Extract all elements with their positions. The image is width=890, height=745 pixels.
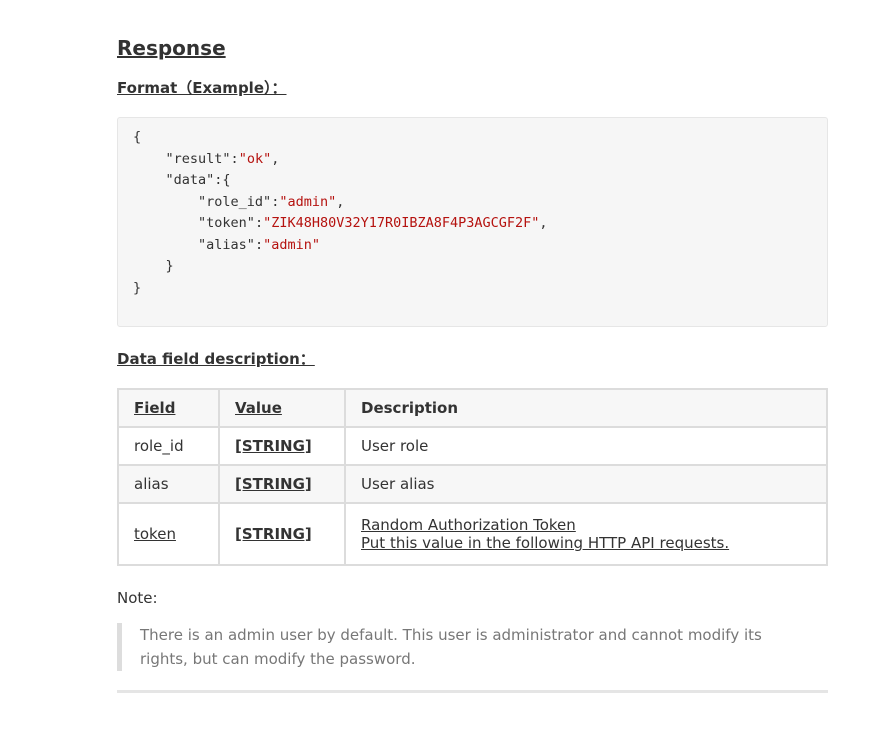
code-token-value: "ZIK48H80V32Y17R0IBZA8F4P3AGCGF2F" — [263, 215, 540, 231]
code-result-key: "result" — [165, 150, 231, 167]
note-label: Note: — [117, 589, 158, 607]
api-doc-section: Response Format（Example）： { "result":"ok… — [117, 34, 828, 693]
note-blockquote: There is an admin user by default. This … — [117, 623, 800, 671]
code-role-id-value: "admin" — [279, 193, 337, 210]
code-line: { — [133, 127, 812, 149]
data-field-description-heading: Data field description： — [117, 350, 315, 368]
code-open-brace: { — [133, 129, 142, 145]
header-field: Field — [117, 388, 220, 428]
code-role-id-key: "role_id" — [198, 193, 272, 210]
token-description-line-2: Put this value in the following HTTP API… — [361, 534, 730, 552]
header-value: Value — [218, 388, 346, 428]
code-close-brace: } — [133, 279, 142, 296]
code-line: "token":"ZIK48H80V32Y17R0IBZA8F4P3AGCGF2… — [198, 215, 548, 231]
table-row: token [STRING] Random Authorization Toke… — [117, 502, 828, 566]
code-token-key: "token" — [198, 215, 255, 231]
code-data-key: "data" — [165, 172, 215, 188]
code-block: { "result":"ok", "data":{ "role_id":"adm… — [117, 117, 828, 327]
code-line: "result":"ok", — [165, 150, 280, 167]
table-header-row: Field Value Description — [117, 388, 828, 428]
code-result-value: "ok" — [238, 150, 272, 167]
code-line: } — [133, 278, 812, 300]
code-inner-close: } — [165, 258, 174, 274]
table-row: role_id [STRING] User role — [117, 426, 828, 466]
header-description: Description — [344, 388, 828, 428]
cell-description: User alias — [344, 464, 828, 504]
cell-description: Random Authorization Token Put this valu… — [344, 502, 828, 566]
response-heading: Response — [117, 36, 226, 60]
code-line: "alias":"admin" — [198, 236, 320, 253]
horizontal-rule — [117, 690, 828, 693]
code-line: "data":{ — [165, 172, 231, 188]
cell-field: token — [117, 502, 220, 566]
code-line: } — [133, 256, 812, 278]
cell-field: alias — [117, 464, 220, 504]
table-row: alias [STRING] User alias — [117, 464, 828, 504]
cell-value: [STRING] — [218, 426, 346, 466]
cell-field: role_id — [117, 426, 220, 466]
cell-value: [STRING] — [218, 464, 346, 504]
cell-description: User role — [344, 426, 828, 466]
token-description-line-1: Random Authorization Token — [361, 516, 576, 534]
cell-value: [STRING] — [218, 502, 346, 566]
data-field-table: Field Value Description role_id [STRING]… — [117, 388, 828, 566]
code-line: "role_id":"admin", — [198, 193, 345, 210]
code-alias-key: "alias" — [198, 236, 255, 253]
format-example-heading: Format（Example）： — [117, 79, 287, 97]
code-alias-value: "admin" — [263, 236, 320, 253]
